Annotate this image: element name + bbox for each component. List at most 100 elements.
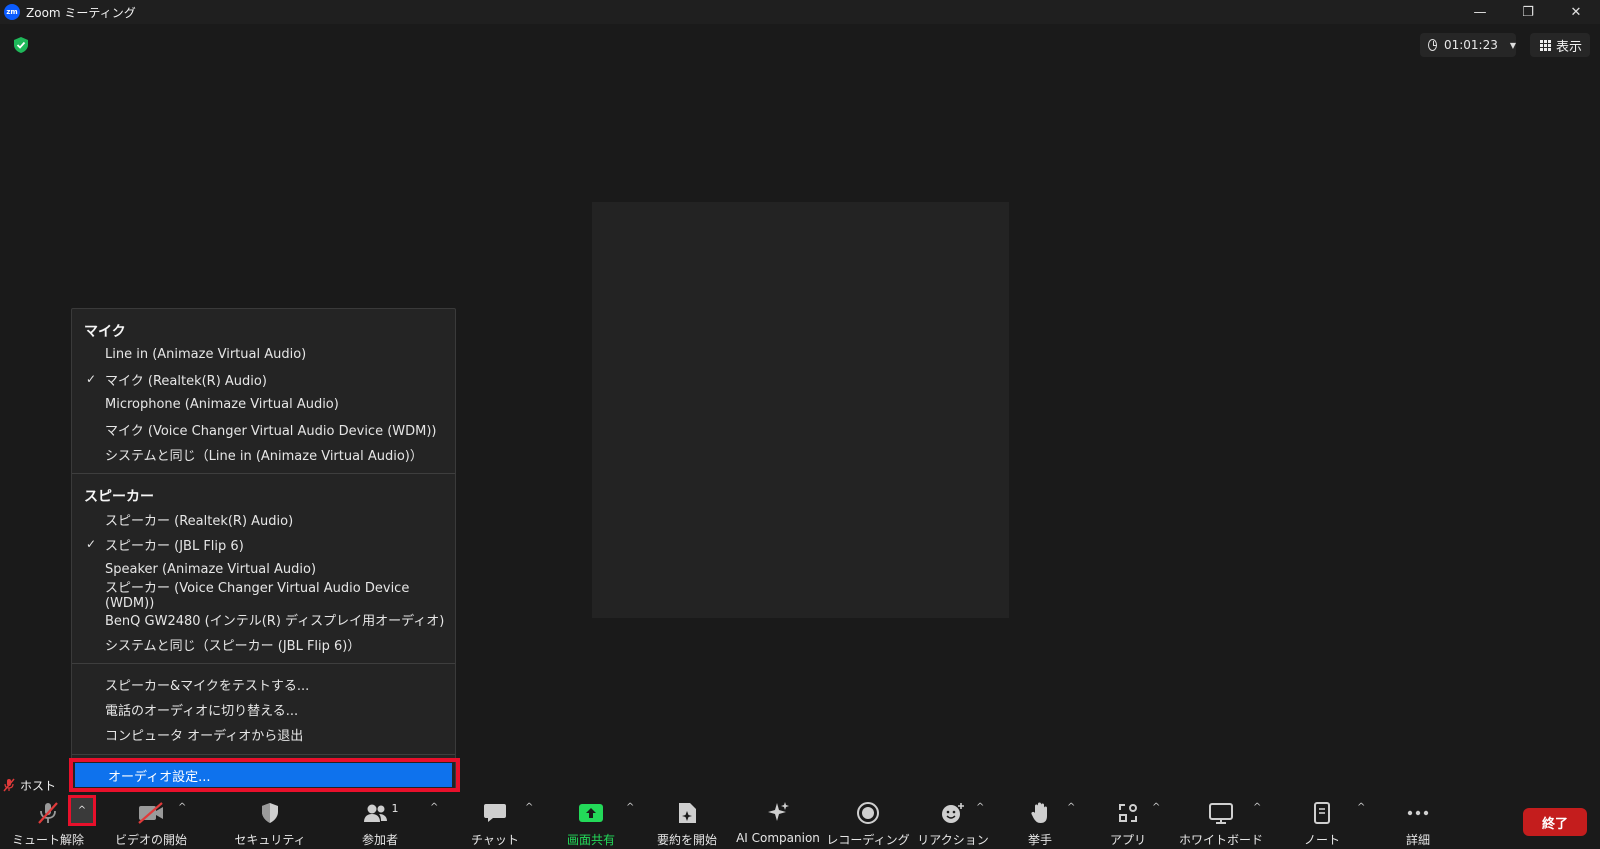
window-controls: — ❐ ✕ xyxy=(1456,0,1600,24)
speaker-option-label: BenQ GW2480 (インテル(R) ディスプレイ用オーディオ) xyxy=(105,613,445,629)
summary-document-icon xyxy=(676,798,698,828)
security-shield-icon xyxy=(259,798,281,828)
speaker-option-label: スピーカー (Voice Changer Virtual Audio Devic… xyxy=(105,581,410,611)
security-label: セキュリティ xyxy=(234,833,306,847)
menu-divider xyxy=(72,663,455,664)
more-label: 詳細 xyxy=(1405,833,1430,847)
view-button[interactable]: 表示 xyxy=(1530,33,1590,57)
speaker-option-label: システムと同じ（スピーカー (JBL Flip 6)） xyxy=(105,638,361,654)
window-title: Zoom ミーティング xyxy=(26,5,136,20)
meeting-toolbar: ミュート解除 ビデオの開始 ^ セキュリティ 1 参加者 ^ チャット ^ 画面… xyxy=(0,796,1600,849)
reactions-options-chevron-icon[interactable]: ^ xyxy=(976,802,984,813)
raise-hand-label: 挙手 xyxy=(1027,833,1052,847)
notes-button[interactable]: ノート xyxy=(1302,796,1342,849)
mic-option-label: Microphone (Animaze Virtual Audio) xyxy=(105,396,339,412)
menu-divider xyxy=(72,473,455,474)
share-options-chevron-icon[interactable]: ^ xyxy=(626,802,634,813)
notes-options-chevron-icon[interactable]: ^ xyxy=(1357,802,1365,813)
action-label: 電話のオーディオに切り替える... xyxy=(105,703,299,719)
share-screen-button[interactable]: 画面共有 xyxy=(561,796,621,849)
grid-icon xyxy=(1540,39,1551,51)
mic-option[interactable]: Line in (Animaze Virtual Audio) xyxy=(72,342,455,366)
apps-icon xyxy=(1117,798,1139,828)
mic-option-label: Line in (Animaze Virtual Audio) xyxy=(105,346,307,362)
test-speaker-mic-option[interactable]: スピーカー&マイクをテストする... xyxy=(72,672,455,696)
speaker-option[interactable]: BenQ GW2480 (インテル(R) ディスプレイ用オーディオ) xyxy=(72,607,455,631)
ai-companion-button[interactable]: AI Companion xyxy=(734,796,822,849)
participants-button[interactable]: 1 参加者 xyxy=(352,796,408,849)
ai-companion-label: AI Companion xyxy=(736,831,820,845)
recording-button[interactable]: レコーディング xyxy=(826,796,910,849)
notes-icon xyxy=(1312,798,1332,828)
minimize-button[interactable]: — xyxy=(1456,0,1504,24)
start-summary-button[interactable]: 要約を開始 xyxy=(652,796,722,849)
share-screen-icon xyxy=(578,798,604,828)
video-options-chevron-icon[interactable]: ^ xyxy=(178,802,186,813)
whiteboard-icon xyxy=(1208,798,1234,828)
speaker-option-label: Speaker (Animaze Virtual Audio) xyxy=(105,561,317,577)
close-button[interactable]: ✕ xyxy=(1552,0,1600,24)
highlight-annotation xyxy=(69,758,460,792)
zoom-logo-icon: zm xyxy=(4,4,20,20)
more-button[interactable]: 詳細 xyxy=(1398,796,1438,849)
record-icon xyxy=(856,798,880,828)
reaction-emoji-icon xyxy=(940,798,966,828)
reactions-label: リアクション xyxy=(917,833,989,847)
action-label: スピーカー&マイクをテストする... xyxy=(105,678,310,694)
encryption-shield-icon[interactable] xyxy=(12,36,30,54)
speaker-section-header: スピーカー xyxy=(84,489,154,505)
hand-icon xyxy=(1029,798,1051,828)
speaker-option-selected[interactable]: ✓ スピーカー (JBL Flip 6) xyxy=(72,532,455,556)
raise-hand-button[interactable]: 挙手 xyxy=(1020,796,1060,849)
whiteboard-label: ホワイトボード xyxy=(1179,833,1264,847)
view-label: 表示 xyxy=(1556,39,1583,55)
participants-count: 1 xyxy=(391,801,399,815)
participant-video-tile xyxy=(592,202,1009,618)
participants-icon: 1 xyxy=(362,798,399,828)
whiteboard-options-chevron-icon[interactable]: ^ xyxy=(1253,802,1261,813)
mic-option[interactable]: マイク (Voice Changer Virtual Audio Device … xyxy=(72,417,455,441)
speaker-option-label: スピーカー (Realtek(R) Audio) xyxy=(105,513,294,529)
start-video-label: ビデオの開始 xyxy=(114,833,187,847)
security-button[interactable]: セキュリティ xyxy=(234,796,306,849)
apps-options-chevron-icon[interactable]: ^ xyxy=(1152,802,1160,813)
mic-option[interactable]: システムと同じ（Line in (Animaze Virtual Audio)） xyxy=(72,442,455,466)
chat-button[interactable]: チャット xyxy=(465,796,525,849)
restore-button[interactable]: ❐ xyxy=(1504,0,1552,24)
menu-divider xyxy=(72,754,455,755)
speaker-option[interactable]: スピーカー (Realtek(R) Audio) xyxy=(72,507,455,531)
muted-mic-icon xyxy=(35,798,61,828)
mic-option-selected[interactable]: ✓ マイク (Realtek(R) Audio) xyxy=(72,367,455,391)
chat-label: チャット xyxy=(471,833,519,847)
clock-icon xyxy=(1428,39,1437,51)
share-screen-label: 画面共有 xyxy=(566,833,615,847)
speaker-option-label: スピーカー (JBL Flip 6) xyxy=(105,538,244,554)
end-meeting-button[interactable]: 終了 xyxy=(1523,808,1587,836)
apps-button[interactable]: アプリ xyxy=(1108,796,1148,849)
ai-sparkle-icon xyxy=(765,798,791,828)
leave-computer-audio-option[interactable]: コンピュータ オーディオから退出 xyxy=(72,722,455,746)
chevron-down-icon: ▼ xyxy=(1509,40,1516,50)
checkmark-icon: ✓ xyxy=(86,372,97,386)
participants-label: 参加者 xyxy=(361,833,398,847)
meeting-timer[interactable]: 01:01:23 ▼ xyxy=(1420,33,1516,57)
chat-options-chevron-icon[interactable]: ^ xyxy=(525,802,533,813)
raise-hand-options-chevron-icon[interactable]: ^ xyxy=(1067,802,1075,813)
participants-options-chevron-icon[interactable]: ^ xyxy=(430,802,438,813)
speaker-option[interactable]: システムと同じ（スピーカー (JBL Flip 6)） xyxy=(72,632,455,656)
audio-options-chevron-icon[interactable]: ^ xyxy=(68,795,96,826)
mic-option-label: マイク (Voice Changer Virtual Audio Device … xyxy=(105,423,437,439)
title-bar: zm Zoom ミーティング — ❐ ✕ xyxy=(0,0,1600,24)
host-label-text: ホスト xyxy=(20,778,57,793)
audio-options-menu: マイク Line in (Animaze Virtual Audio) ✓ マイ… xyxy=(71,308,456,790)
recording-label: レコーディング xyxy=(826,833,910,847)
switch-to-phone-audio-option[interactable]: 電話のオーディオに切り替える... xyxy=(72,697,455,721)
host-label: ホスト xyxy=(2,775,61,795)
action-label: コンピュータ オーディオから退出 xyxy=(105,728,304,744)
zoom-meeting-window: zm Zoom ミーティング — ❐ ✕ 01:01:23 ▼ 表示 マイク L… xyxy=(0,0,1600,849)
speaker-option[interactable]: スピーカー (Voice Changer Virtual Audio Devic… xyxy=(72,581,455,611)
muted-mic-icon xyxy=(3,778,15,792)
whiteboard-button[interactable]: ホワイトボード xyxy=(1179,796,1263,849)
mic-option[interactable]: Microphone (Animaze Virtual Audio) xyxy=(72,392,455,416)
mic-option-label: システムと同じ（Line in (Animaze Virtual Audio)） xyxy=(105,448,423,464)
